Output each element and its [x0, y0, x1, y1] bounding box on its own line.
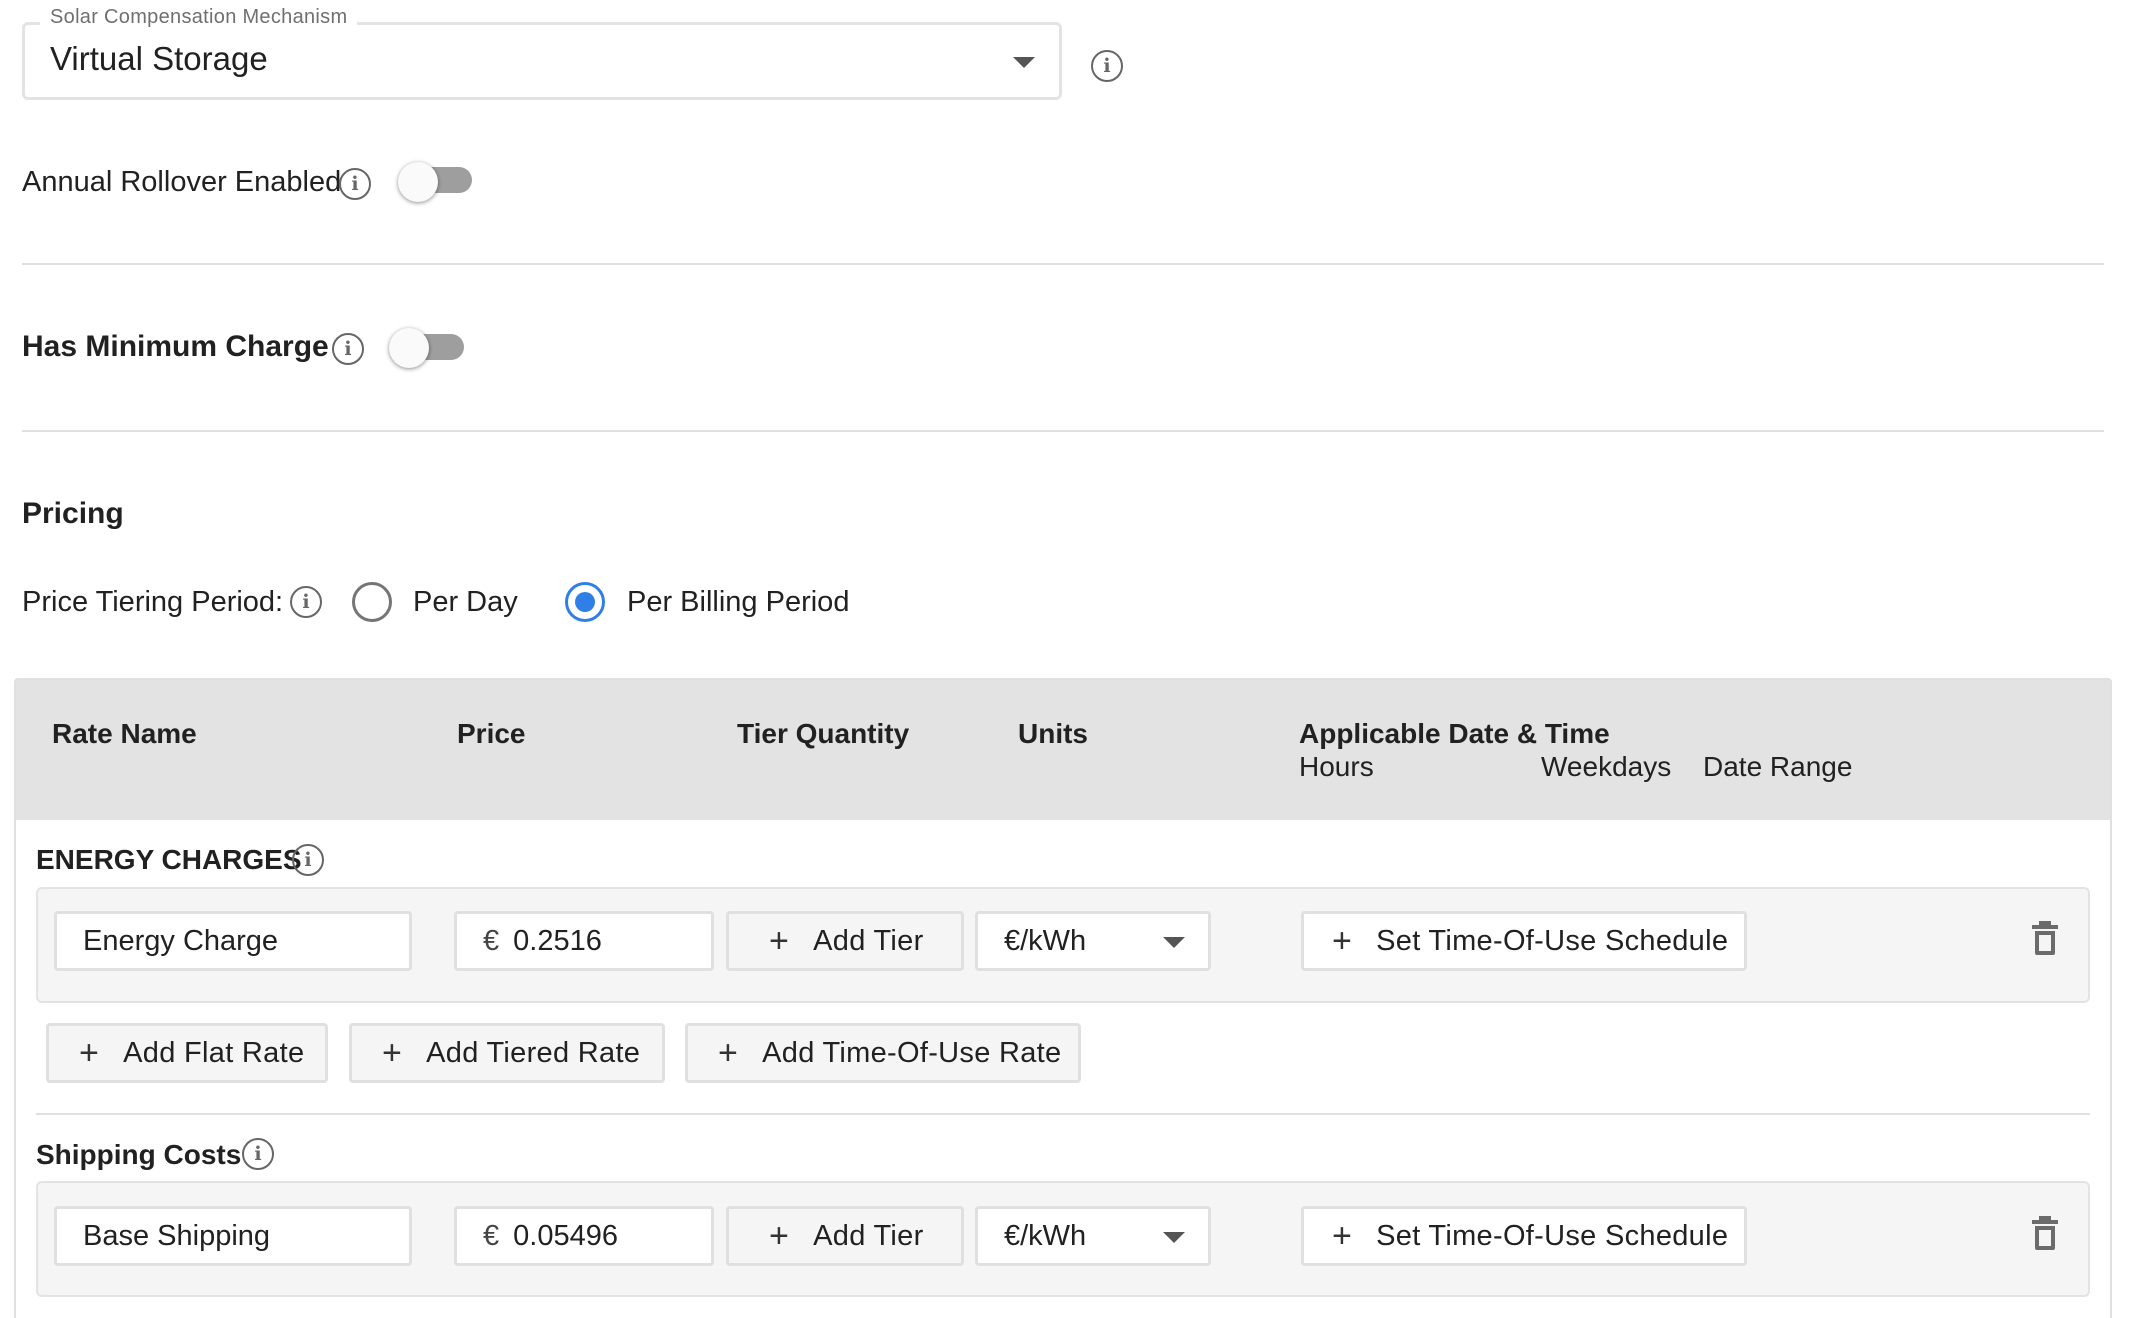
info-icon[interactable]: i	[339, 168, 371, 200]
add-tou-rate-label: Add Time-Of-Use Rate	[762, 1036, 1062, 1069]
info-icon[interactable]: i	[332, 333, 364, 365]
add-tier-button[interactable]: + Add Tier	[726, 1206, 964, 1266]
header-price: Price	[457, 718, 526, 749]
info-icon[interactable]: i	[290, 586, 322, 618]
add-tier-label: Add Tier	[813, 924, 924, 957]
radio-per-billing-period[interactable]	[565, 582, 605, 622]
rate-name-input[interactable]: Energy Charge	[54, 911, 412, 971]
currency-symbol: €	[483, 924, 500, 957]
plus-icon: +	[382, 1034, 403, 1072]
header-units: Units	[1018, 718, 1088, 749]
radio-selected-dot	[575, 592, 595, 612]
header-applicable: Applicable Date & Time	[1299, 718, 1610, 749]
chevron-down-icon[interactable]	[1163, 937, 1185, 948]
add-tou-rate-button[interactable]: + Add Time-Of-Use Rate	[685, 1023, 1081, 1083]
toggle-knob[interactable]	[398, 162, 438, 202]
plus-icon: +	[1332, 922, 1353, 960]
toggle-knob[interactable]	[389, 328, 429, 368]
chevron-down-icon[interactable]	[1163, 1232, 1185, 1243]
trash-icon[interactable]	[2032, 921, 2058, 955]
radio-per-day[interactable]	[352, 582, 392, 622]
price-input[interactable]: €0.05496	[454, 1206, 714, 1266]
header-rate-name: Rate Name	[52, 718, 197, 749]
currency-symbol: €	[483, 1219, 500, 1252]
set-tou-schedule-label: Set Time-Of-Use Schedule	[1376, 1219, 1729, 1252]
set-tou-schedule-button[interactable]: + Set Time-Of-Use Schedule	[1301, 1206, 1747, 1266]
section-title-shipping-costs: Shipping Costs	[36, 1139, 242, 1170]
add-flat-rate-label: Add Flat Rate	[123, 1036, 305, 1069]
info-icon[interactable]: i	[1091, 50, 1123, 82]
pricing-heading: Pricing	[22, 497, 124, 530]
price-tiering-label: Price Tiering Period:	[22, 586, 284, 618]
compensation-mechanism-label: Solar Compensation Mechanism	[40, 6, 358, 29]
units-value: €/kWh	[1004, 924, 1087, 957]
plus-icon: +	[79, 1034, 100, 1072]
per-day-label: Per Day	[413, 586, 518, 618]
rates-table-header	[16, 680, 2110, 820]
add-tier-button[interactable]: + Add Tier	[726, 911, 964, 971]
header-weekdays: Weekdays	[1541, 751, 1672, 782]
divider	[36, 1113, 2090, 1115]
info-icon[interactable]: i	[292, 844, 324, 876]
units-value: €/kWh	[1004, 1219, 1087, 1252]
plus-icon: +	[1332, 1217, 1353, 1255]
price-value: 0.05496	[513, 1219, 618, 1252]
divider	[22, 430, 2104, 432]
section-title-energy-charges: ENERGY CHARGES	[36, 844, 302, 875]
divider	[22, 263, 2104, 265]
price-value: 0.2516	[513, 924, 602, 957]
rate-name-value: Base Shipping	[83, 1219, 271, 1252]
compensation-mechanism-value: Virtual Storage	[50, 40, 268, 77]
plus-icon: +	[769, 1217, 790, 1255]
minimum-charge-label: Has Minimum Charge	[22, 330, 329, 363]
header-date-range: Date Range	[1703, 751, 1853, 782]
header-hours: Hours	[1299, 751, 1374, 782]
annual-rollover-label: Annual Rollover Enabled	[22, 166, 342, 198]
rate-name-input[interactable]: Base Shipping	[54, 1206, 412, 1266]
set-tou-schedule-button[interactable]: + Set Time-Of-Use Schedule	[1301, 911, 1747, 971]
rate-name-value: Energy Charge	[83, 924, 279, 957]
plus-icon: +	[769, 922, 790, 960]
info-icon[interactable]: i	[242, 1138, 274, 1170]
plus-icon: +	[718, 1034, 739, 1072]
trash-icon[interactable]	[2032, 1216, 2058, 1250]
set-tou-schedule-label: Set Time-Of-Use Schedule	[1376, 924, 1729, 957]
per-billing-period-label: Per Billing Period	[627, 586, 850, 618]
price-input[interactable]: €0.2516	[454, 911, 714, 971]
add-tiered-rate-label: Add Tiered Rate	[426, 1036, 641, 1069]
add-tiered-rate-button[interactable]: + Add Tiered Rate	[349, 1023, 665, 1083]
add-flat-rate-button[interactable]: + Add Flat Rate	[46, 1023, 328, 1083]
header-tier-quantity: Tier Quantity	[737, 718, 910, 749]
add-tier-label: Add Tier	[813, 1219, 924, 1252]
chevron-down-icon[interactable]	[1013, 57, 1035, 68]
rate-editor-page: Solar Compensation Mechanism Virtual Sto…	[0, 0, 2132, 1318]
